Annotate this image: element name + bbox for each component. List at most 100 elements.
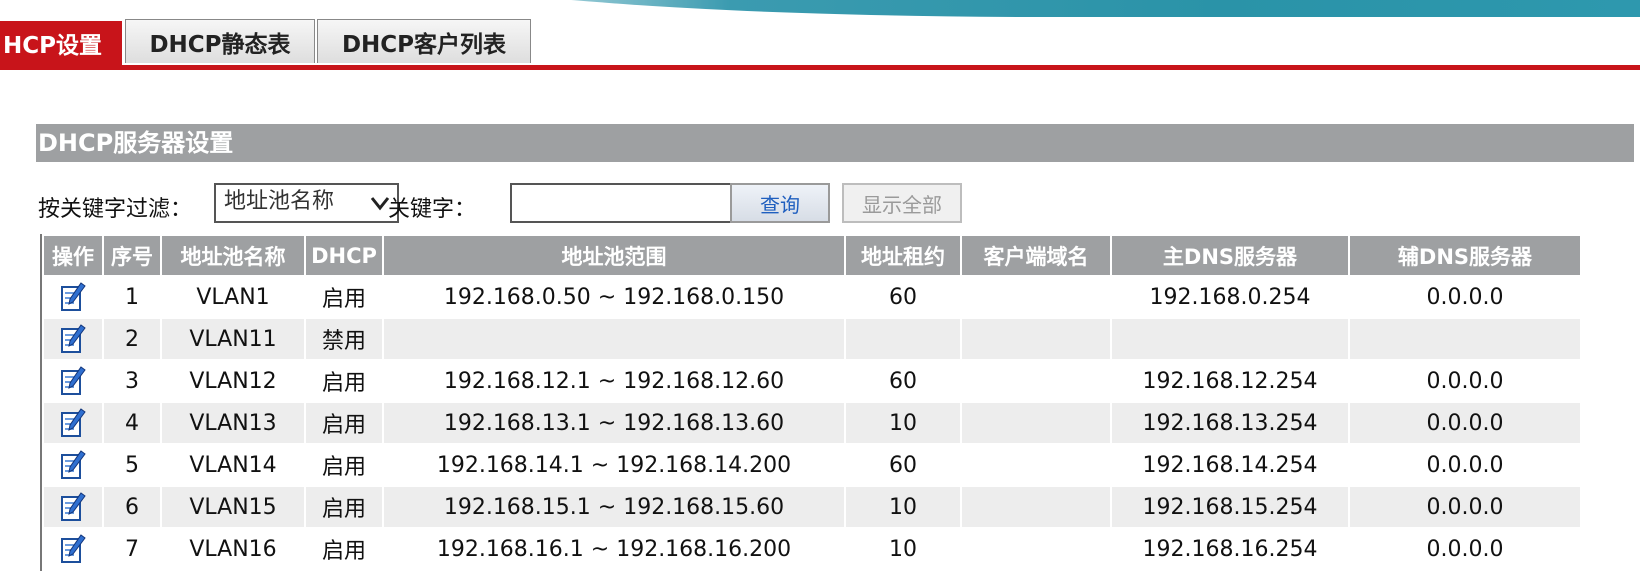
secondary-dns-cell: 0.0.0.0 — [1350, 529, 1580, 569]
secondary-dns-cell: 0.0.0.0 — [1350, 487, 1580, 527]
edit-cell[interactable] — [44, 319, 102, 359]
table-row: 3 VLAN12 启用 192.168.12.1 ~ 192.168.12.60 60 1… — [44, 361, 1580, 401]
col-header-pool-range: 地址池范围 — [384, 236, 844, 275]
section-title: DHCP服务器设置 — [36, 124, 1634, 162]
pool-range-cell — [384, 319, 844, 359]
dhcp-status-cell: 启用 — [306, 529, 382, 569]
pool-range-cell: 192.168.12.1 ~ 192.168.12.60 — [384, 361, 844, 401]
filter-field-select[interactable]: 地址池名称 — [214, 183, 399, 223]
filter-label: 按关键字过滤： — [38, 197, 193, 222]
table-row: 7 VLAN16 启用 192.168.16.1 ~ 192.168.16.200 10… — [44, 529, 1580, 569]
keyword-label: 关键字： — [388, 197, 477, 222]
tab-bar: HCP设置 DHCP静态表 DHCP客户列表 — [0, 17, 1640, 70]
pool-name-cell: VLAN11 — [162, 319, 304, 359]
row-index-cell: 3 — [104, 361, 160, 401]
edit-cell[interactable] — [44, 403, 102, 443]
edit-note-icon[interactable] — [60, 408, 86, 437]
dhcp-status-cell: 启用 — [306, 403, 382, 443]
primary-dns-cell: 192.168.15.254 — [1112, 487, 1348, 527]
dhcp-pool-table: 操作 序号 地址池名称 DHCP 地址池范围 地址租约 客户端域名 主DNS服务… — [40, 234, 1582, 571]
lease-time-cell: 60 — [846, 277, 960, 317]
lease-time-cell: 60 — [846, 361, 960, 401]
col-header-action: 操作 — [44, 236, 102, 275]
pool-name-cell: VLAN16 — [162, 529, 304, 569]
primary-dns-cell: 192.168.12.254 — [1112, 361, 1348, 401]
keyword-input[interactable] — [510, 183, 732, 223]
secondary-dns-cell: 0.0.0.0 — [1350, 361, 1580, 401]
row-index-cell: 2 — [104, 319, 160, 359]
edit-cell[interactable] — [44, 487, 102, 527]
dhcp-status-cell: 启用 — [306, 277, 382, 317]
row-index-cell: 4 — [104, 403, 160, 443]
col-header-pool-name: 地址池名称 — [162, 236, 304, 275]
lease-time-cell: 10 — [846, 403, 960, 443]
pool-name-cell: VLAN13 — [162, 403, 304, 443]
banner-decoration — [380, 0, 1640, 17]
client-domain-cell — [962, 529, 1110, 569]
primary-dns-cell — [1112, 319, 1348, 359]
table-header-row: 操作 序号 地址池名称 DHCP 地址池范围 地址租约 客户端域名 主DNS服务… — [44, 236, 1580, 275]
primary-dns-cell: 192.168.16.254 — [1112, 529, 1348, 569]
table-row: 1 VLAN1 启用 192.168.0.50 ~ 192.168.0.150 60 19… — [44, 277, 1580, 317]
pool-range-cell: 192.168.0.50 ~ 192.168.0.150 — [384, 277, 844, 317]
table-row: 2 VLAN11 禁用 — [44, 319, 1580, 359]
row-index-cell: 6 — [104, 487, 160, 527]
top-banner — [0, 0, 1640, 17]
edit-note-icon[interactable] — [60, 492, 86, 521]
edit-note-icon[interactable] — [60, 282, 86, 311]
col-header-dhcp: DHCP — [306, 236, 382, 275]
client-domain-cell — [962, 403, 1110, 443]
col-header-secondary-dns: 辅DNS服务器 — [1350, 236, 1580, 275]
pool-name-cell: VLAN12 — [162, 361, 304, 401]
show-all-button[interactable]: 显示全部 — [842, 183, 962, 223]
lease-time-cell: 60 — [846, 445, 960, 485]
secondary-dns-cell — [1350, 319, 1580, 359]
filter-field-value: 地址池名称 — [224, 189, 335, 214]
tab-dhcp-settings[interactable]: HCP设置 — [0, 21, 122, 65]
tab-dhcp-client-list[interactable]: DHCP客户列表 — [317, 19, 531, 63]
row-index-cell: 1 — [104, 277, 160, 317]
tab-dhcp-static-table[interactable]: DHCP静态表 — [125, 19, 315, 63]
dhcp-status-cell: 启用 — [306, 361, 382, 401]
edit-note-icon[interactable] — [60, 534, 86, 563]
dhcp-status-cell: 启用 — [306, 445, 382, 485]
client-domain-cell — [962, 445, 1110, 485]
pool-range-cell: 192.168.16.1 ~ 192.168.16.200 — [384, 529, 844, 569]
pool-range-cell: 192.168.15.1 ~ 192.168.15.60 — [384, 487, 844, 527]
primary-dns-cell: 192.168.14.254 — [1112, 445, 1348, 485]
edit-note-icon[interactable] — [60, 324, 86, 353]
row-index-cell: 7 — [104, 529, 160, 569]
pool-range-cell: 192.168.13.1 ~ 192.168.13.60 — [384, 403, 844, 443]
edit-cell[interactable] — [44, 277, 102, 317]
table-row: 4 VLAN13 启用 192.168.13.1 ~ 192.168.13.60 10 1… — [44, 403, 1580, 443]
client-domain-cell — [962, 487, 1110, 527]
dhcp-status-cell: 禁用 — [306, 319, 382, 359]
primary-dns-cell: 192.168.13.254 — [1112, 403, 1348, 443]
row-index-cell: 5 — [104, 445, 160, 485]
tab-underline — [0, 65, 1640, 70]
edit-cell[interactable] — [44, 529, 102, 569]
secondary-dns-cell: 0.0.0.0 — [1350, 445, 1580, 485]
edit-cell[interactable] — [44, 445, 102, 485]
dhcp-status-cell: 启用 — [306, 487, 382, 527]
filter-bar: 按关键字过滤： 地址池名称 关键字： 查询 显示全部 — [38, 183, 1038, 223]
col-header-lease: 地址租约 — [846, 236, 960, 275]
col-header-client-domain: 客户端域名 — [962, 236, 1110, 275]
col-header-primary-dns: 主DNS服务器 — [1112, 236, 1348, 275]
client-domain-cell — [962, 277, 1110, 317]
client-domain-cell — [962, 361, 1110, 401]
pool-name-cell: VLAN15 — [162, 487, 304, 527]
table-row: 5 VLAN14 启用 192.168.14.1 ~ 192.168.14.200 60… — [44, 445, 1580, 485]
pool-name-cell: VLAN1 — [162, 277, 304, 317]
edit-note-icon[interactable] — [60, 450, 86, 479]
primary-dns-cell: 192.168.0.254 — [1112, 277, 1348, 317]
client-domain-cell — [962, 319, 1110, 359]
edit-cell[interactable] — [44, 361, 102, 401]
lease-time-cell: 10 — [846, 529, 960, 569]
lease-time-cell — [846, 319, 960, 359]
lease-time-cell: 10 — [846, 487, 960, 527]
edit-note-icon[interactable] — [60, 366, 86, 395]
pool-range-cell: 192.168.14.1 ~ 192.168.14.200 — [384, 445, 844, 485]
secondary-dns-cell: 0.0.0.0 — [1350, 277, 1580, 317]
query-button[interactable]: 查询 — [730, 183, 830, 223]
